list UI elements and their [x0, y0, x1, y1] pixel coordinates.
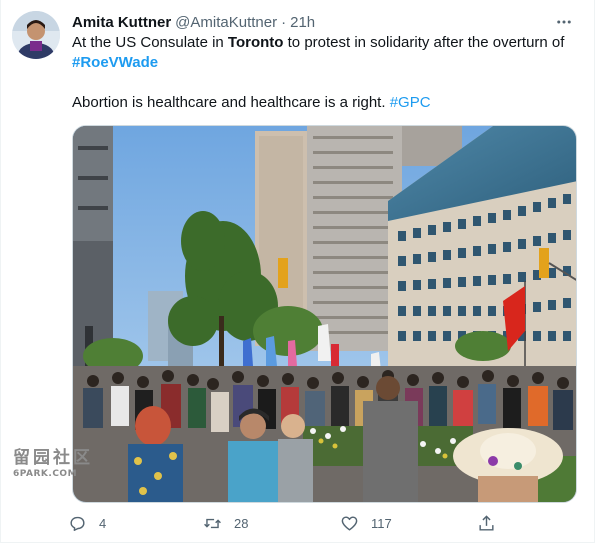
tweet-text: At the US Consulate in Toronto to protes…	[72, 33, 582, 113]
separator-dot: ·	[281, 13, 287, 31]
tweet-header: Amita Kuttner @AmitaKuttner · 21h	[72, 12, 574, 32]
more-options-icon[interactable]	[554, 12, 574, 32]
text-segment: Abortion is healthcare and healthcare is…	[72, 94, 390, 111]
heart-icon	[341, 516, 358, 531]
tweet-actions: 4 28 117	[68, 512, 508, 540]
like-button[interactable]: 117	[340, 514, 392, 533]
tweet-photo[interactable]	[72, 125, 577, 503]
text-segment: to protest in solidarity after the overt…	[283, 34, 565, 51]
tweet-text-line-2: Abortion is healthcare and healthcare is…	[72, 93, 582, 113]
share-icon	[479, 515, 494, 531]
like-count: 117	[371, 516, 392, 531]
site-watermark: 留园社区 6PARK.COM	[13, 443, 103, 483]
author-handle[interactable]: @AmitaKuttner	[175, 14, 277, 31]
hashtag-gpc[interactable]: #GPC	[390, 94, 431, 111]
watermark-english-text: 6PARK.COM	[13, 469, 78, 479]
retweet-icon	[204, 518, 221, 529]
ellipsis-icon	[557, 20, 571, 24]
watermark-chinese-text: 留园社区	[13, 448, 93, 468]
share-button[interactable]	[477, 514, 496, 533]
tweet-card[interactable]: Amita Kuttner @AmitaKuttner · 21h At the…	[0, 0, 595, 543]
text-segment: At the US Consulate in	[72, 34, 228, 51]
tweet-timestamp[interactable]: 21h	[290, 14, 315, 31]
avatar-photo	[12, 11, 60, 59]
reply-button[interactable]: 4	[68, 514, 106, 533]
author-avatar[interactable]	[12, 11, 60, 59]
hashtag-roevwade[interactable]: #RoeVWade	[72, 53, 582, 73]
location-bold-text: Toronto	[227, 34, 284, 51]
retweet-button[interactable]: 28	[203, 514, 248, 533]
tweet-text-line-1: At the US Consulate in Toronto to protes…	[72, 33, 582, 53]
author-name[interactable]: Amita Kuttner	[72, 14, 171, 31]
reply-count: 4	[99, 516, 107, 531]
reply-icon	[70, 516, 85, 531]
protest-photo-image	[73, 126, 576, 502]
retweet-count: 28	[234, 516, 249, 531]
